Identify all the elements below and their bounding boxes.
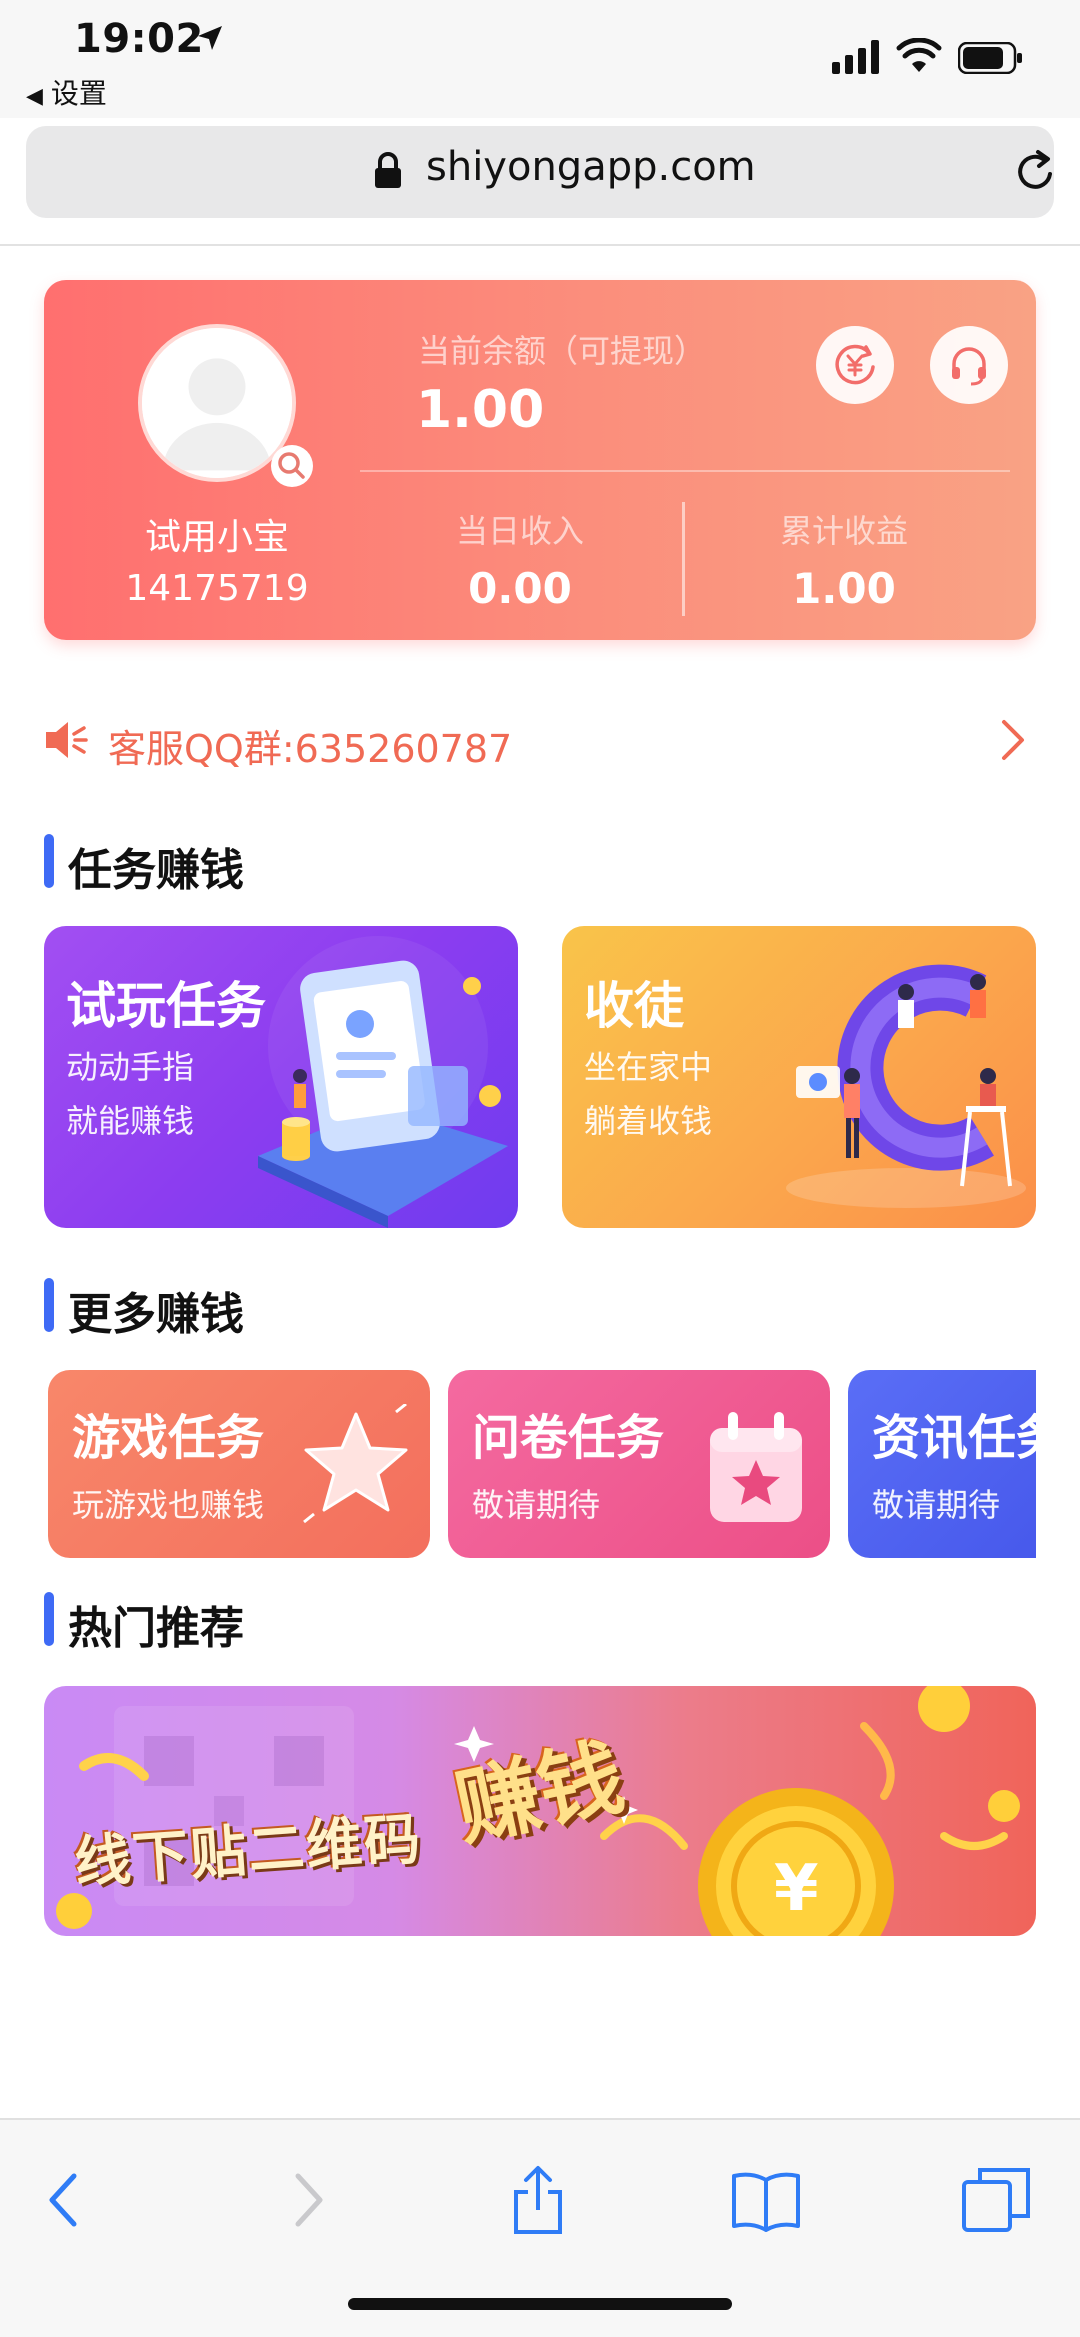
recruit-title: 收徒 xyxy=(584,977,684,1035)
today-income: 当日收入 0.00 xyxy=(370,506,670,613)
location-arrow-icon xyxy=(198,26,222,50)
card-divider xyxy=(360,470,1010,472)
today-income-value: 0.00 xyxy=(468,564,572,613)
section-title-text: 热门推荐 xyxy=(68,1603,244,1654)
chevron-right-icon xyxy=(1002,720,1024,760)
recruit-card[interactable]: 收徒 坐在家中 躺着收钱 xyxy=(562,926,1036,1228)
news-task-card[interactable]: 资讯任务 敬请期待 xyxy=(848,1370,1036,1558)
share-icon[interactable] xyxy=(502,2164,574,2236)
reload-icon[interactable] xyxy=(1012,148,1060,196)
notice-text: 客服QQ群:635260787 xyxy=(108,727,513,771)
survey-task-card[interactable]: 问卷任务 敬请期待 xyxy=(448,1370,830,1558)
tabs-icon[interactable] xyxy=(960,2164,1032,2236)
home-indicator xyxy=(348,2298,732,2310)
user-id: 14175719 xyxy=(125,568,309,609)
survey-task-title: 问卷任务 xyxy=(472,1410,665,1466)
lock-icon xyxy=(375,152,401,188)
recruit-line2: 躺着收钱 xyxy=(584,1102,713,1140)
team-illustration xyxy=(786,964,1026,1208)
back-icon[interactable] xyxy=(30,2164,102,2236)
section-accent-bar xyxy=(44,1278,54,1332)
total-earnings: 累计收益 1.00 xyxy=(694,506,994,613)
nickname: 试用小宝 xyxy=(144,517,289,558)
speaker-icon xyxy=(46,722,88,758)
news-task-sub: 敬请期待 xyxy=(872,1486,1001,1524)
trial-task-line2: 就能赚钱 xyxy=(66,1102,195,1140)
more-tasks-scroller[interactable]: 游戏任务 玩游戏也赚钱 问卷任务 敬请期待 资讯任务 敬请期待 xyxy=(44,1370,1036,1558)
search-icon[interactable] xyxy=(270,444,314,488)
profile-card: 试用小宝 14175719 当前余额（可提现） 1.00 当日收入 0.00 累… xyxy=(44,280,1036,640)
trial-task-line1: 动动手指 xyxy=(66,1048,195,1086)
bookmarks-icon[interactable] xyxy=(730,2164,802,2236)
notice-bar[interactable]: 客服QQ群:635260787 xyxy=(44,702,1036,782)
status-bar: 19:02 ◀ 设置 xyxy=(0,0,1080,118)
trial-task-title: 试玩任务 xyxy=(66,977,266,1035)
section-accent-bar xyxy=(44,834,54,888)
game-task-title: 游戏任务 xyxy=(72,1410,265,1466)
calendar-icon xyxy=(710,1412,802,1522)
battery-icon xyxy=(958,42,1022,74)
section-title-text: 任务赚钱 xyxy=(68,845,244,896)
back-app-label: 设置 xyxy=(50,77,107,110)
promo-banner[interactable]: ¥ 线下贴二维码 赚钱 xyxy=(44,1686,1036,1936)
recruit-line1: 坐在家中 xyxy=(584,1048,713,1086)
header-divider xyxy=(0,244,1080,246)
section-accent-bar xyxy=(44,1592,54,1646)
headset-icon xyxy=(952,347,986,386)
forward-icon[interactable] xyxy=(270,2164,342,2236)
balance-value: 1.00 xyxy=(416,380,545,440)
game-task-card[interactable]: 游戏任务 玩游戏也赚钱 xyxy=(48,1370,430,1558)
total-earnings-value: 1.00 xyxy=(792,564,896,613)
section-title-text: 更多赚钱 xyxy=(68,1289,244,1340)
stat-separator xyxy=(682,502,685,616)
signal-icon xyxy=(832,40,879,74)
url-text: shiyongapp.com xyxy=(426,144,756,190)
balance-label: 当前余额（可提现） xyxy=(418,332,707,370)
trial-task-card[interactable]: 试玩任务 动动手指 就能赚钱 xyxy=(44,926,518,1228)
news-task-title: 资讯任务 xyxy=(872,1410,1036,1466)
survey-task-sub: 敬请期待 xyxy=(472,1486,601,1524)
wifi-icon xyxy=(896,38,942,72)
phone-illustration xyxy=(258,936,508,1228)
address-bar[interactable]: shiyongapp.com xyxy=(26,126,1054,218)
back-triangle-icon: ◀ xyxy=(26,84,43,109)
svg-text:¥: ¥ xyxy=(774,1852,819,1926)
total-earnings-label: 累计收益 xyxy=(779,512,908,550)
status-time: 19:02 xyxy=(74,16,204,62)
game-task-sub: 玩游戏也赚钱 xyxy=(72,1486,265,1524)
customer-service-button[interactable] xyxy=(930,326,1008,404)
withdraw-button[interactable] xyxy=(816,326,894,404)
star-icon xyxy=(303,1404,408,1524)
yuan-icon xyxy=(835,344,875,385)
back-to-settings-link[interactable]: ◀ 设置 xyxy=(26,72,107,112)
today-income-label: 当日收入 xyxy=(455,512,584,550)
